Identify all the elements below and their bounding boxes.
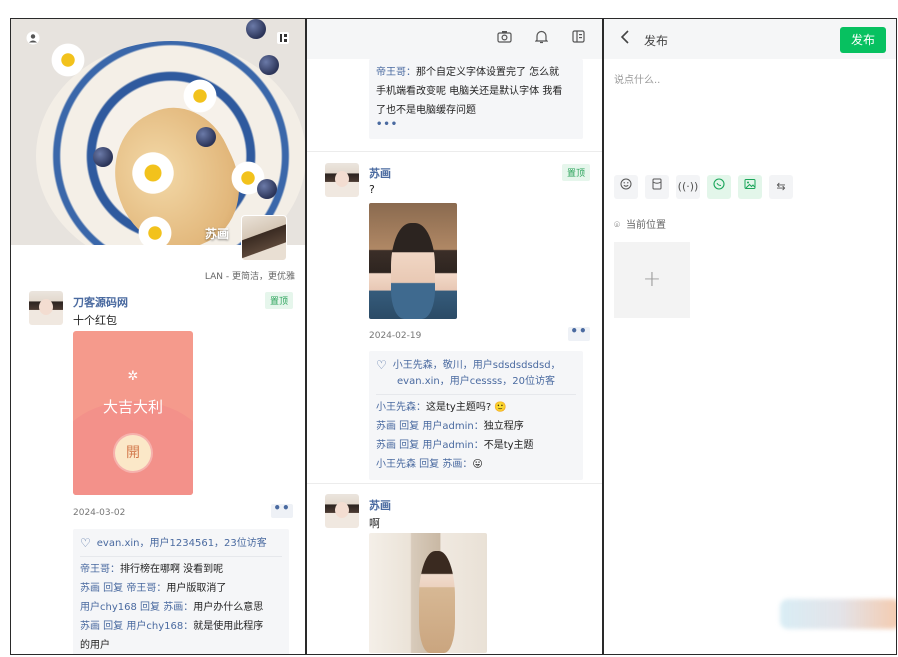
- comment-item[interactable]: 苏画 回复 用户chy168：就是使用此程序: [80, 617, 282, 636]
- cover-berry: [246, 19, 266, 39]
- comment-item: 的用户: [80, 640, 110, 651]
- cover-berry: [257, 179, 277, 199]
- heart-icon[interactable]: ♡: [80, 535, 91, 551]
- more-options-button[interactable]: ••: [271, 502, 293, 518]
- comment-box: ♡ 小王先森，敬川，用户sdsdsdsdsd， evan.xin，用户cessss，…: [369, 351, 583, 480]
- swap-icon[interactable]: ⇆: [769, 175, 793, 199]
- cover-flower: [136, 214, 174, 245]
- comment-item[interactable]: 小王先森 回复 苏画：😛: [376, 455, 576, 474]
- red-packet-card[interactable]: ✲ 大吉大利 開: [73, 331, 193, 495]
- site-slogan: LAN - 更简洁，更优雅: [204, 272, 295, 282]
- comment-box: ♡ evan.xin，用户1234561，23位访客 帝王哥：排行榜在哪啊 没看到…: [73, 529, 289, 654]
- comment-item[interactable]: 用户chy168 回复 苏画：用户办什么意思: [80, 598, 282, 617]
- expand-comments-button[interactable]: •••: [376, 120, 576, 130]
- feed-panel-home: 苏画 LAN - 更简洁，更优雅 刀客源码网 置顶 十个红包 ✲ 大吉大利 開 …: [10, 18, 306, 655]
- sidebar-toggle-icon[interactable]: [569, 30, 587, 48]
- open-red-packet-button[interactable]: 開: [115, 435, 151, 471]
- post-date: 2024-02-19: [369, 331, 422, 341]
- post-date: 2024-03-02: [73, 508, 126, 518]
- top-bar: 发布 发布: [604, 19, 896, 59]
- publish-panel: 发布 发布 ((·)) ⇆ ⌾当前位置 +: [603, 18, 897, 655]
- cover-berry: [259, 55, 279, 75]
- pinned-badge: 置顶: [264, 292, 293, 309]
- user-icon[interactable]: [25, 31, 41, 47]
- comment-item[interactable]: 帝王哥：排行榜在哪啊 没看到呢: [80, 560, 282, 579]
- avatar[interactable]: [325, 163, 359, 197]
- post-author[interactable]: 刀客源码网: [73, 294, 128, 310]
- comment-item[interactable]: 苏画 回复 用户admin：不是ty主题: [376, 436, 576, 455]
- post-text: 十个红包: [73, 314, 117, 327]
- avatar[interactable]: [29, 291, 63, 325]
- post-image[interactable]: [369, 203, 457, 319]
- post-image[interactable]: [369, 533, 487, 653]
- post-text: 啊: [369, 517, 380, 530]
- top-bar: [307, 19, 602, 59]
- hero-username: 苏画: [205, 227, 230, 241]
- image-icon[interactable]: [738, 175, 762, 199]
- wechat-icon[interactable]: [707, 175, 731, 199]
- red-packet-title: 大吉大利: [102, 398, 163, 416]
- pinned-badge: 置顶: [561, 164, 590, 181]
- post-author[interactable]: 苏画: [369, 497, 391, 513]
- more-options-button[interactable]: ••: [568, 325, 590, 341]
- cover-image: 苏画: [11, 19, 305, 245]
- post-content-input[interactable]: [614, 71, 884, 161]
- cover-flower: [181, 77, 219, 115]
- add-image-button[interactable]: +: [614, 242, 690, 318]
- broadcast-icon[interactable]: ((·)): [676, 175, 700, 199]
- like-list: ♡ evan.xin，用户1234561，23位访客: [80, 535, 282, 557]
- sidebar-toggle-icon[interactable]: [275, 31, 291, 47]
- emoji-icon[interactable]: [614, 175, 638, 199]
- watermark-blur: [780, 599, 896, 629]
- red-packet-icon[interactable]: [645, 175, 669, 199]
- bell-icon[interactable]: [532, 30, 550, 48]
- cover-berry: [196, 127, 216, 147]
- comment-item[interactable]: 苏画 回复 帝王哥：用户版取消了: [80, 579, 282, 598]
- back-arrow-icon[interactable]: [620, 29, 630, 49]
- publish-button[interactable]: 发布: [840, 27, 886, 53]
- location-pin-icon: ⌾: [614, 220, 620, 231]
- hero-avatar[interactable]: [241, 215, 287, 261]
- red-packet-icon: ✲: [127, 369, 139, 384]
- cover-berry: [93, 147, 113, 167]
- comment-item[interactable]: 小王先森：这是ty主题吗? 🙂: [376, 398, 576, 417]
- comment-box: 帝王哥：那个自定义字体设置完了 怎么就 手机端看改变呢 电脑关还是默认字体 我看…: [369, 59, 583, 139]
- comment-item[interactable]: 苏画 回复 用户admin：独立程序: [376, 417, 576, 436]
- like-list: ♡ 小王先森，敬川，用户sdsdsdsdsd， evan.xin，用户cessss，…: [376, 357, 576, 395]
- comment-item[interactable]: 帝王哥：那个自定义字体设置完了 怎么就: [376, 63, 576, 82]
- feed-panel-scrolled: 帝王哥：那个自定义字体设置完了 怎么就 手机端看改变呢 电脑关还是默认字体 我看…: [306, 18, 603, 655]
- post-author[interactable]: 苏画: [369, 165, 391, 181]
- page-title: 发布: [644, 34, 669, 48]
- location-selector[interactable]: ⌾ 当前位置: [614, 216, 666, 231]
- heart-icon[interactable]: ♡: [376, 357, 387, 373]
- post-text: ?: [369, 183, 375, 196]
- cover-flower: [49, 41, 87, 79]
- avatar[interactable]: [325, 494, 359, 528]
- camera-icon[interactable]: [495, 30, 513, 48]
- cover-flower: [129, 149, 177, 197]
